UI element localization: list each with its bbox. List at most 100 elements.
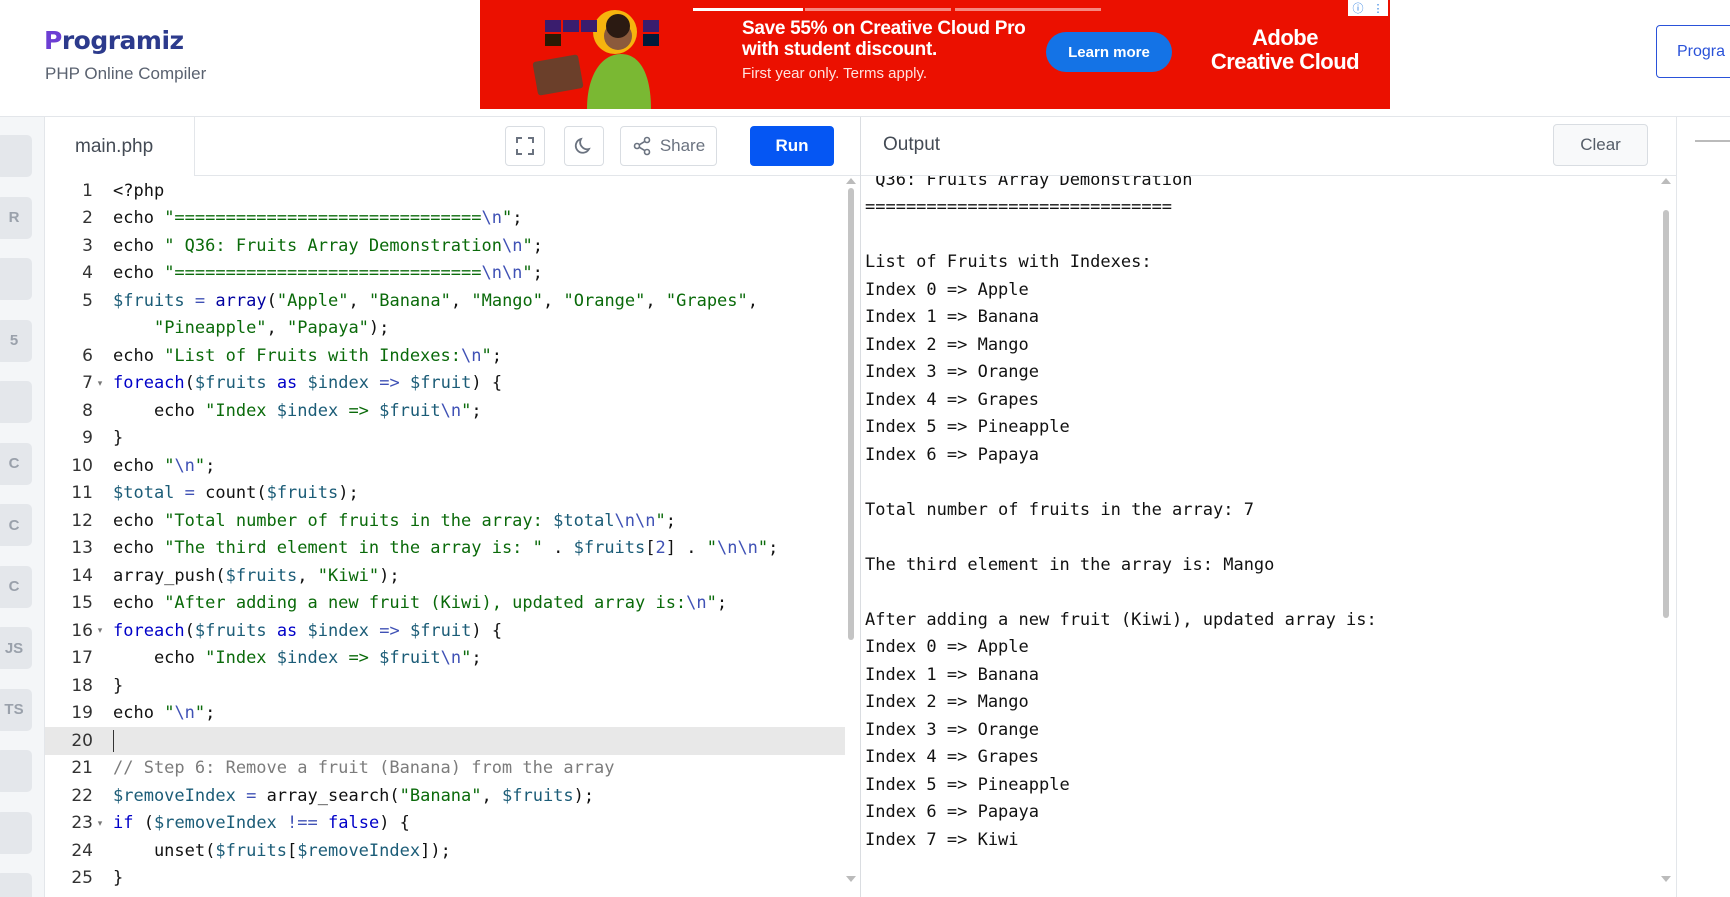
panel-handle[interactable] (1695, 140, 1730, 142)
editor-toolbar: main.php Share Run (45, 117, 860, 176)
output-line: Index 2 => Mango (865, 692, 1029, 713)
code-line[interactable]: 21 // Step 6: Remove a fruit (Banana) fro… (45, 755, 845, 783)
code-line[interactable]: 14 array_push($fruits, "Kiwi"); (45, 562, 845, 590)
output-line: Index 4 => Grapes (865, 747, 1039, 768)
code-line[interactable]: "Pineapple", "Papaya"); (45, 315, 845, 343)
ts-icon[interactable]: TS (0, 688, 32, 731)
html5-icon[interactable]: 5 (0, 319, 32, 362)
code-text: foreach($fruits as $index => $fruit) { (113, 620, 503, 641)
code-line[interactable]: 8 echo "Index $index => $fruit\n"; (45, 397, 845, 425)
code-text: $fruits = array("Apple", "Banana", "Mang… (113, 290, 759, 311)
line-number: 14 (71, 565, 93, 586)
language-label: R (8, 209, 20, 226)
cpp-icon[interactable]: C (0, 504, 32, 546)
code-line[interactable]: 6 echo "List of Fruits with Indexes:\n"; (45, 342, 845, 370)
programiz-pro-button[interactable]: Progra (1656, 25, 1730, 78)
java-icon[interactable] (0, 381, 32, 423)
run-button[interactable]: Run (750, 126, 834, 166)
line-number: 11 (71, 483, 93, 504)
adobe-ad-banner[interactable]: Save 55% on Creative Cloud Pro with stud… (480, 0, 1390, 109)
swift-icon[interactable] (0, 873, 32, 897)
line-number: 23 (71, 813, 93, 834)
sql-icon[interactable] (0, 258, 32, 300)
programiz-logo[interactable]: Programiz (44, 22, 184, 58)
php-online-compiler-page: { "header": { "logo_text": "rogramiz", "… (0, 0, 1730, 897)
php-icon[interactable] (0, 811, 32, 854)
ad-brand: Adobe Creative Cloud (1210, 25, 1360, 74)
code-line[interactable]: 22 $removeIndex = array_search("Banana", … (45, 782, 845, 810)
language-label: TS (4, 701, 24, 718)
info-icon[interactable]: ⓘ (1353, 0, 1364, 16)
csharp-icon[interactable]: C (0, 565, 32, 608)
ad-learn-more-button[interactable]: Learn more (1046, 32, 1172, 72)
code-text: <?php (113, 180, 165, 201)
theme-toggle-button[interactable] (564, 126, 604, 166)
share-icon (633, 136, 651, 156)
line-number: 8 (82, 400, 93, 421)
output-line: Q36: Fruits Array Demonstration (865, 176, 1193, 190)
code-line[interactable]: 11 $total = count($fruits); (45, 480, 845, 508)
code-line[interactable]: 3 echo " Q36: Fruits Array Demonstration\… (45, 232, 845, 260)
code-line[interactable]: 16 ▾ foreach($fruits as $index => $fruit) … (45, 617, 845, 645)
clear-button[interactable]: Clear (1553, 124, 1648, 166)
output-scrollbar[interactable] (1663, 210, 1669, 618)
scroll-up-arrow[interactable] (846, 178, 856, 184)
code-editor[interactable]: 1 <?php 2 echo "===========================… (45, 176, 860, 897)
line-number: 13 (71, 538, 93, 559)
python-icon[interactable] (0, 135, 32, 177)
moon-icon (574, 137, 591, 154)
code-line[interactable]: 25} (45, 865, 845, 893)
code-line[interactable]: 23 ▾ if ($removeIndex !== false) { (45, 810, 845, 838)
ad-progress-segment (693, 8, 803, 11)
code-text: "Pineapple", "Papaya"); (153, 318, 390, 339)
fold-arrow-icon[interactable]: ▾ (93, 378, 107, 389)
code-text: } (113, 675, 124, 696)
code-line[interactable]: 18} (45, 672, 845, 700)
code-text (107, 729, 114, 752)
output-line: Index 4 => Grapes (865, 389, 1039, 410)
code-line[interactable]: 7 ▾ foreach($fruits as $index => $fruit) { (45, 370, 845, 398)
page-subtitle: PHP Online Compiler (45, 64, 207, 83)
code-line[interactable]: 13 echo "The third element in the array i… (45, 535, 845, 563)
file-tab-main-php[interactable]: main.php (45, 117, 195, 176)
code-line[interactable]: 10 echo "\n"; (45, 452, 845, 480)
code-line[interactable]: 20 (45, 727, 845, 755)
fullscreen-icon (516, 137, 534, 155)
editor-scrollbar[interactable] (848, 188, 854, 640)
share-button[interactable]: Share (620, 126, 717, 166)
code-line[interactable]: 24 unset($fruits[$removeIndex]); (45, 837, 845, 865)
code-line[interactable]: 17 echo "Index $index => $fruit\n"; (45, 645, 845, 673)
output-line: Index 5 => Pineapple (865, 417, 1070, 438)
output-scroll-up-arrow[interactable] (1661, 178, 1671, 184)
r-icon[interactable]: R (0, 196, 32, 239)
fullscreen-button[interactable] (505, 126, 545, 166)
ad-progress-segment (955, 8, 1101, 11)
line-number: 18 (71, 675, 93, 696)
code-text: echo "==============================\n"; (113, 208, 523, 229)
code-line[interactable]: 4 echo "==============================\n\… (45, 260, 845, 288)
code-text: unset($fruits[$removeIndex]); (113, 840, 451, 861)
go-icon[interactable] (0, 750, 32, 792)
ad-subline: First year only. Terms apply. (742, 65, 928, 82)
line-number: 19 (71, 703, 93, 724)
output-scroll-down-arrow[interactable] (1661, 876, 1671, 882)
code-line[interactable]: 19 echo "\n"; (45, 700, 845, 728)
output-toolbar: Output Clear (861, 117, 1676, 176)
fold-arrow-icon[interactable]: ▾ (93, 625, 107, 636)
code-line[interactable]: 12 echo "Total number of fruits in the ar… (45, 507, 845, 535)
more-vert-icon[interactable]: ⋮ (1373, 2, 1384, 15)
code-line[interactable]: 2 echo "==============================\n"… (45, 205, 845, 233)
c-icon[interactable]: C (0, 442, 32, 485)
language-sidebar: R 5 C C C JS TS (0, 117, 45, 897)
fold-arrow-icon[interactable]: ▾ (93, 818, 107, 829)
js-icon[interactable]: JS (0, 627, 32, 669)
code-line[interactable]: 15 echo "After adding a new fruit (Kiwi),… (45, 590, 845, 618)
code-line[interactable]: 1 <?php (45, 177, 845, 205)
line-number: 24 (71, 840, 93, 861)
code-line[interactable]: 9} (45, 425, 845, 453)
output-title: Output (883, 134, 941, 155)
code-line[interactable]: 5 $fruits = array("Apple", "Banana", "Man… (45, 287, 845, 315)
ad-choices[interactable]: ⓘ ⋮ (1348, 0, 1388, 16)
scroll-down-arrow[interactable] (846, 876, 856, 882)
line-number: 7 (82, 373, 93, 394)
